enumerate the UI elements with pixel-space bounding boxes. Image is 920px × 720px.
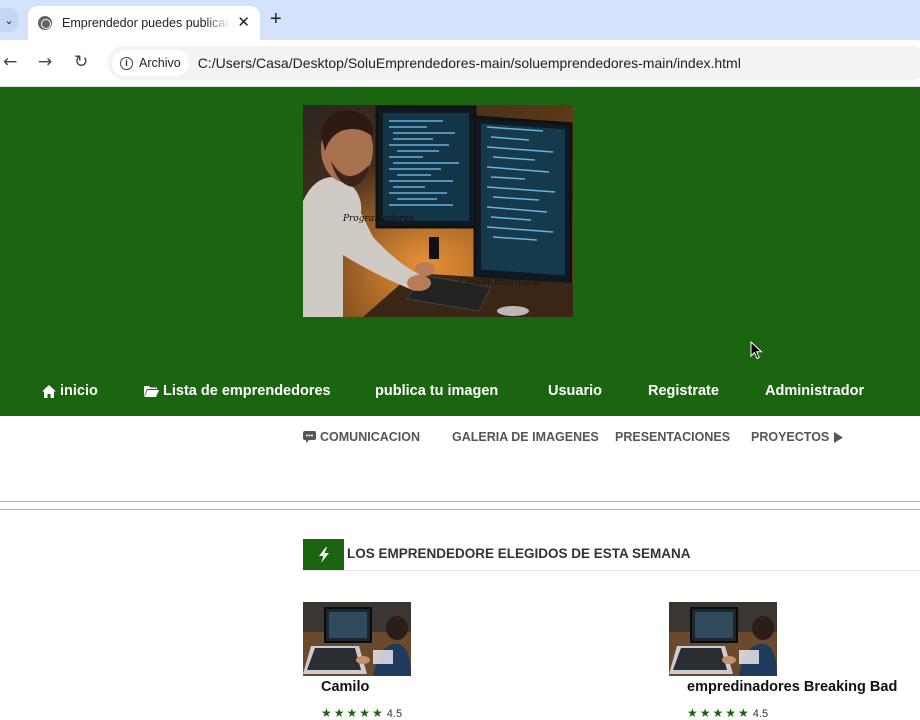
reload-icon[interactable]: ↻ (74, 52, 88, 72)
subnav-item-label: PROYECTOS (751, 430, 830, 444)
subnav-item-label: GALERIA DE IMAGENES (452, 430, 599, 444)
card-thumbnail[interactable] (669, 602, 777, 676)
forward-icon[interactable]: → (38, 52, 52, 72)
rating-stars: ★★★★★ 4.5 (321, 706, 403, 720)
browser-tabstrip: ⌄ Emprendedor puedes publicar tu imagen … (0, 0, 920, 40)
nav-item-label: Usuario (548, 383, 602, 399)
nav-item-label: publica tu imagen (375, 383, 499, 399)
nav-item-label: Lista de emprendedores (163, 383, 331, 399)
subnav-item-label: COMUNICACION (320, 430, 420, 444)
bolt-icon (318, 546, 329, 563)
address-bar[interactable]: i Archivo C:/Users/Casa/Desktop/SoluEmpr… (108, 46, 920, 80)
nav-item-publica-imagen[interactable]: publica tu imagen (375, 383, 498, 399)
sub-nav: COMUNICACION GALERIA DE IMAGENES PRESENT… (0, 430, 920, 448)
nav-item-label: inicio (60, 383, 98, 399)
nav-item-label: Administrador (765, 383, 865, 399)
hero-image: Programadores Cesar Montaña (303, 105, 573, 317)
entrepreneur-card[interactable]: Camilo ★★★★★ 4.5 (303, 602, 543, 720)
tab-search-chevron-icon[interactable]: ⌄ (0, 8, 18, 32)
tab-title: Emprendedor puedes publicar tu imagen (62, 16, 230, 30)
rating-value: 4.5 (386, 708, 403, 720)
hero-caption-top: Programadores (342, 214, 414, 224)
close-tab-icon[interactable]: ✕ (237, 13, 250, 31)
site-header: Programadores Cesar Montaña inicio Lista… (0, 87, 920, 416)
browser-tab[interactable]: Emprendedor puedes publicar tu imagen ✕ (28, 6, 260, 40)
info-icon: i (120, 56, 133, 70)
subnav-item-proyectos[interactable]: PROYECTOS (751, 430, 844, 444)
divider (0, 501, 920, 502)
card-thumbnail[interactable] (303, 602, 411, 676)
nav-item-usuario[interactable]: Usuario (548, 383, 602, 399)
back-icon[interactable]: ← (3, 52, 17, 72)
home-icon (42, 384, 56, 398)
nav-item-inicio[interactable]: inicio (42, 383, 98, 399)
chat-icon (303, 431, 316, 443)
subnav-item-label: PRESENTACIONES (615, 430, 731, 444)
main-nav: inicio Lista de emprendedores publica tu… (0, 383, 920, 403)
subnav-item-comunicacion[interactable]: COMUNICACION (303, 430, 420, 444)
nav-item-lista-emprendedores[interactable]: Lista de emprendedores (144, 383, 331, 399)
card-name[interactable]: Camilo (321, 679, 369, 695)
url-text[interactable]: C:/Users/Casa/Desktop/SoluEmprendedores-… (198, 55, 741, 71)
caret-right-icon (834, 431, 844, 443)
browser-toolbar: ← → ↻ i Archivo C:/Users/Casa/Desktop/So… (0, 40, 920, 87)
globe-icon (38, 16, 52, 30)
hero-caption-bottom: Cesar Montaña (459, 274, 541, 288)
nav-item-administrador[interactable]: Administrador (765, 383, 864, 399)
divider (0, 509, 920, 510)
card-name[interactable]: empredinadores Breaking Bad (687, 679, 897, 695)
section-icon-box (303, 539, 344, 570)
subnav-item-galeria[interactable]: GALERIA DE IMAGENES (452, 430, 599, 444)
folder-icon (144, 386, 159, 397)
nav-item-label: Registrate (648, 383, 719, 399)
rating-value: 4.5 (752, 708, 769, 720)
section-header: LOS EMPRENDEDORE ELEGIDOS DE ESTA SEMANA (303, 539, 920, 571)
subnav-item-presentaciones[interactable]: PRESENTACIONES (615, 430, 730, 444)
nav-item-registrate[interactable]: Registrate (648, 383, 719, 399)
site-info-label: Archivo (139, 56, 181, 70)
rating-stars: ★★★★★ 4.5 (687, 706, 769, 720)
mouse-cursor-icon (750, 341, 763, 360)
new-tab-button[interactable]: + (270, 8, 282, 31)
site-info-chip[interactable]: i Archivo (112, 50, 189, 76)
section-title: LOS EMPRENDEDORE ELEGIDOS DE ESTA SEMANA (347, 546, 691, 561)
entrepreneur-card[interactable]: empredinadores Breaking Bad ★★★★★ 4.5 (669, 602, 909, 720)
